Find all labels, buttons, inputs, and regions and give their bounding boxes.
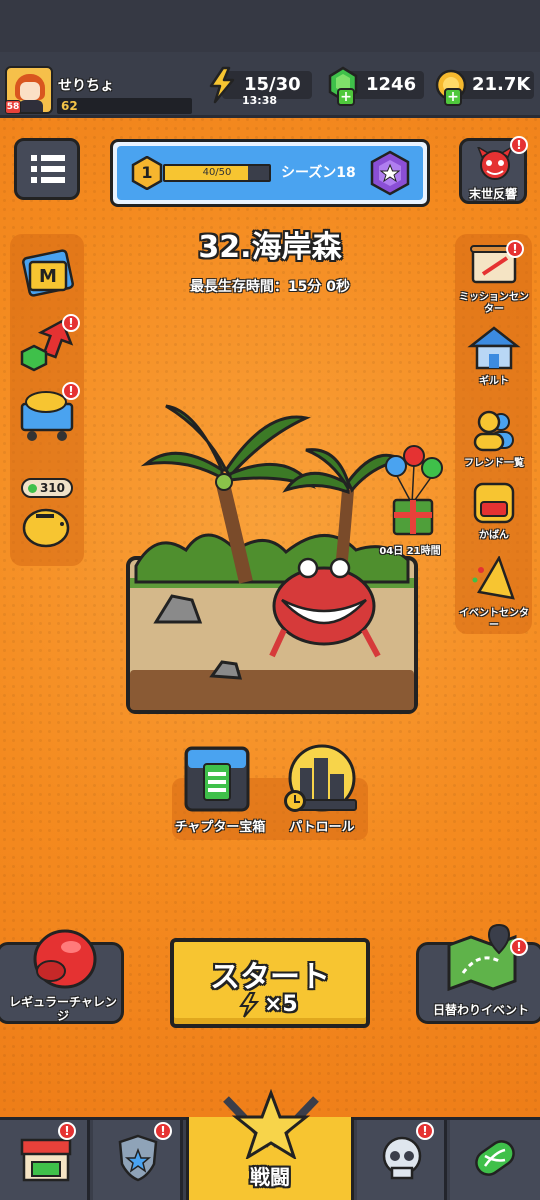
piggy-bank-icon [22,508,70,548]
equipment-alert-badge: ! [154,1122,172,1140]
apocalypse-label: 末世反響 [468,187,517,201]
daily-event-alert-badge: ! [510,938,528,956]
shop-alert-badge: ! [58,1122,76,1140]
chest-icon [184,746,250,812]
start-label: スタート [210,960,330,995]
energy-cost-icon [239,992,260,1018]
regular-challenge-button[interactable]: レギュラーチャレンジ [0,929,124,1024]
shop-stall-icon [20,1138,72,1182]
season-progress-bar: 40/50 [163,164,271,182]
nav-shop-tab[interactable] [0,1120,90,1200]
demon-icon [476,145,514,185]
growth-alert-badge: ! [62,314,80,332]
start-button[interactable]: スタート ×5 [170,938,370,1028]
clock-icon [284,790,306,812]
map-pin-icon [447,923,517,991]
energy-timer: 13:38 [242,94,278,107]
m-ticket-icon: M [22,249,74,297]
daily-event-label: 日替わりイベント [432,1003,529,1017]
patrol-label: パトロール [289,820,355,835]
shield-icon [118,1134,158,1182]
gift-balloons[interactable] [380,444,444,544]
guild-house-icon [467,326,521,370]
skull-icon [382,1136,422,1180]
party-hat-icon [472,555,515,600]
season-label: シーズン18 [281,165,356,181]
piggy-count-chip: 310 [21,478,73,498]
svg-text:M: M [39,266,57,287]
gem-small-icon [28,484,37,493]
backpack-icon [473,482,515,524]
list-icon [31,153,65,189]
regular-challenge-label: レギュラーチャレンジ [9,995,117,1023]
add-gems-button[interactable]: + [337,88,355,106]
stage-illustration[interactable] [126,400,418,716]
add-coins-button[interactable]: + [444,88,462,106]
chapter-chest-button[interactable]: チャプター宝箱 [175,744,268,840]
guild-button[interactable]: ギルト [459,326,529,388]
battle-label: 戦闘 [250,1165,290,1189]
avatar-level-badge: 58 [5,100,21,114]
m-pass-button[interactable]: M [12,248,82,304]
mission-alert-badge: ! [506,240,524,258]
event-center-button[interactable]: イベントセンター [459,555,529,632]
chapter-chest-label: チャプター宝箱 [174,820,266,835]
cart-alert-badge: ! [62,382,80,400]
battle-star-icon [223,1089,319,1159]
apocalypse-alert-badge: ! [510,136,528,154]
energy-icon [205,66,239,104]
player-name: せりちょ [58,78,114,94]
friends-icon [473,410,514,452]
boxing-glove-icon [33,929,97,989]
skull-alert-badge: ! [416,1122,434,1140]
status-bar-area [0,0,540,52]
season-panel[interactable]: 1 40/50 シーズン18 [110,139,430,207]
season-level-hex: 1 [131,155,163,191]
nav-battle-tab[interactable]: 戦闘 [186,1089,354,1200]
player-level-bar: 62 [57,98,192,114]
patrol-button[interactable]: パトロール [280,744,364,840]
gift-timer: 04日 21時間 [379,546,441,557]
friend-list-button[interactable]: フレンド一覧 [459,408,529,470]
menu-button[interactable] [14,138,80,200]
dna-capsule-icon [475,1140,515,1176]
start-cost: ×5 [238,992,318,1018]
player-level: 62 [61,99,78,113]
season-badge-icon [367,150,413,196]
bag-button[interactable]: かばん [459,478,529,542]
nav-dna-tab[interactable] [450,1120,540,1200]
